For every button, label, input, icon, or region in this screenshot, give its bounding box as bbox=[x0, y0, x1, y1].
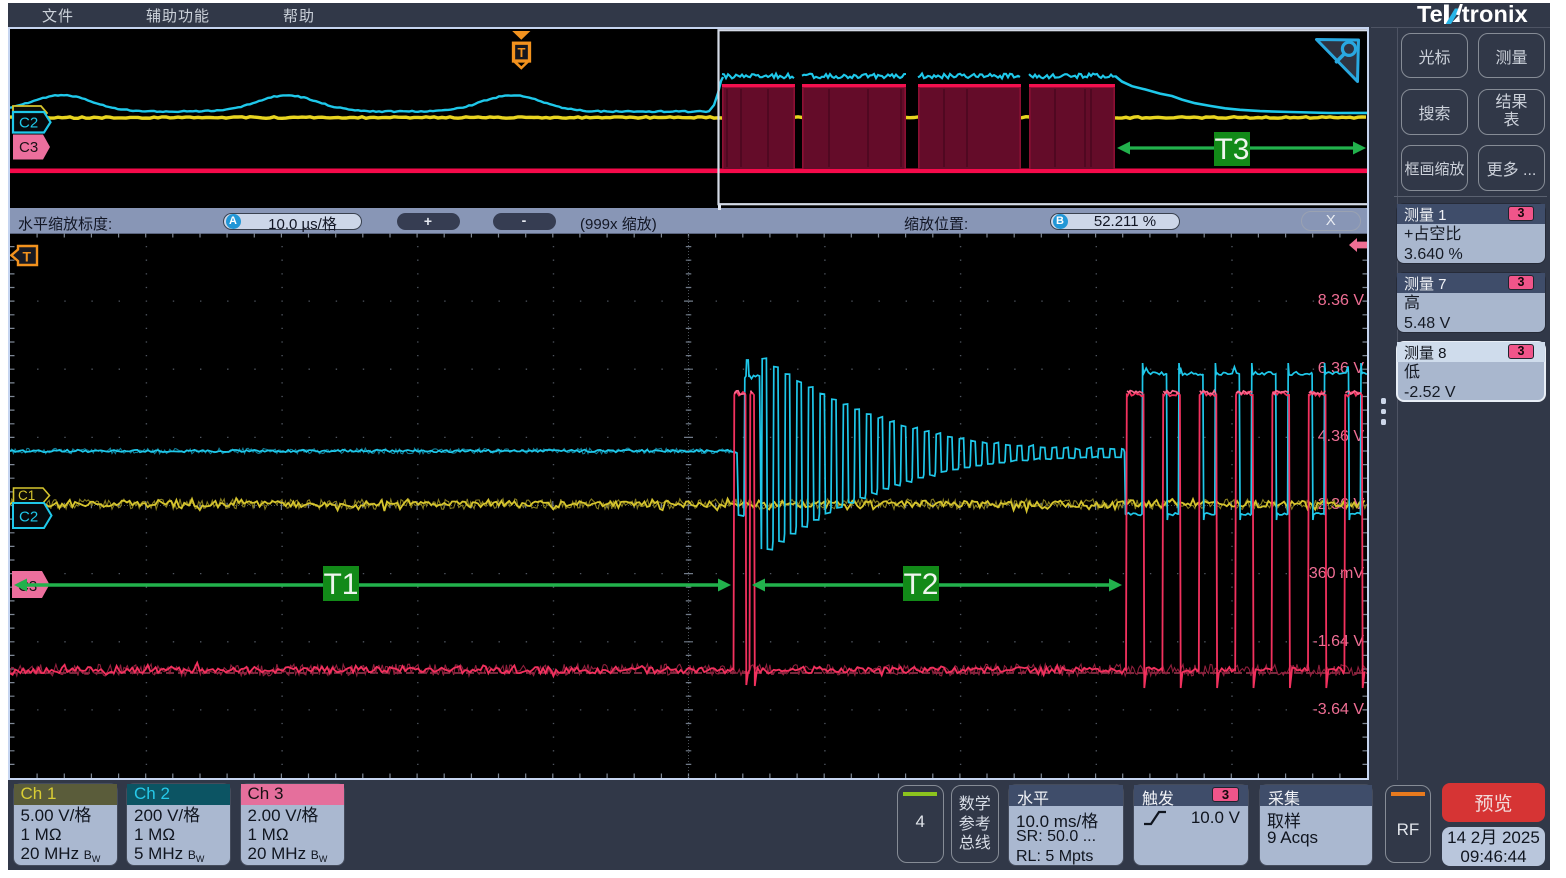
svg-text:C3: C3 bbox=[19, 139, 38, 156]
svg-text:T: T bbox=[518, 45, 526, 60]
svg-text:T3: T3 bbox=[1214, 133, 1249, 166]
svg-text:C2: C2 bbox=[19, 509, 38, 526]
svg-text:T: T bbox=[23, 249, 32, 265]
svg-text:C2: C2 bbox=[19, 115, 38, 132]
svg-text:Te: Te bbox=[1417, 2, 1443, 25]
svg-text:C1: C1 bbox=[18, 488, 35, 503]
svg-text:tronix: tronix bbox=[1462, 2, 1528, 25]
svg-text:T1: T1 bbox=[323, 568, 358, 601]
svg-text:T2: T2 bbox=[903, 568, 938, 601]
